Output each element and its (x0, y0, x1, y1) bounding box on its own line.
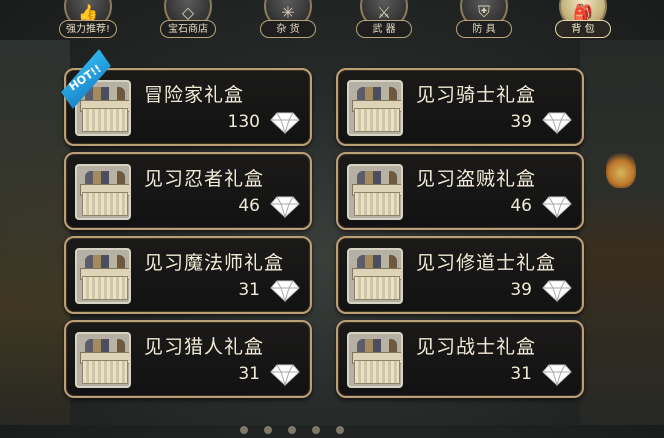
tab-misc[interactable]: ✳ 杂 货 (250, 0, 326, 46)
tab-weapons-label: 武 器 (356, 20, 412, 38)
item-card-mage-gift[interactable]: 见习魔法师礼盒 31 (64, 236, 312, 314)
diamond-icon (542, 196, 572, 219)
item-name: 见习战士礼盒 (416, 336, 537, 358)
tab-recommend[interactable]: 👍 强力推荐! (50, 0, 126, 46)
item-name: 见习忍者礼盒 (144, 168, 265, 190)
tab-weapons[interactable]: ⚔ 武 器 (346, 0, 422, 46)
diamond-icon (542, 280, 572, 303)
background-camp-right (580, 40, 664, 425)
item-name: 见习猎人礼盒 (144, 336, 265, 358)
tab-gem-shop[interactable]: ◇ 宝石商店 (150, 0, 226, 46)
gift-box-icon (75, 164, 131, 220)
item-card-monk-gift[interactable]: 见习修道士礼盒 39 (336, 236, 584, 314)
diamond-icon (270, 112, 300, 135)
item-price: 39 (510, 112, 532, 132)
background-camp-left (0, 40, 70, 425)
item-card-ninja-gift[interactable]: 见习忍者礼盒 46 (64, 152, 312, 230)
campfire-glow (606, 150, 636, 188)
diamond-icon (270, 280, 300, 303)
diamond-icon (542, 112, 572, 135)
item-price: 46 (510, 196, 532, 216)
tab-gem-shop-label: 宝石商店 (160, 20, 216, 38)
diamond-icon (270, 364, 300, 387)
item-price: 39 (510, 280, 532, 300)
tab-recommend-label: 强力推荐! (58, 20, 118, 38)
item-price: 130 (227, 112, 260, 132)
tab-armor-label: 防 具 (456, 20, 512, 38)
tab-armor[interactable]: ⛨ 防 具 (446, 0, 522, 46)
tab-bag[interactable]: 🎒 背 包 (545, 0, 621, 46)
tab-misc-label: 杂 货 (260, 20, 316, 38)
gift-box-icon (347, 164, 403, 220)
gift-box-icon (347, 80, 403, 136)
item-card-hunter-gift[interactable]: 见习猎人礼盒 31 (64, 320, 312, 398)
item-card-adventurer-gift[interactable]: 冒险家礼盒 130 (64, 68, 312, 146)
diamond-icon (270, 196, 300, 219)
item-card-thief-gift[interactable]: 见习盗贼礼盒 46 (336, 152, 584, 230)
gift-box-icon (347, 332, 403, 388)
gift-box-icon (347, 248, 403, 304)
item-price: 31 (510, 364, 532, 384)
item-price: 31 (238, 280, 260, 300)
tab-bag-label: 背 包 (555, 20, 611, 38)
diamond-icon (542, 364, 572, 387)
item-price: 31 (238, 364, 260, 384)
item-name: 冒险家礼盒 (144, 84, 245, 106)
item-name: 见习盗贼礼盒 (416, 168, 537, 190)
page-indicator (240, 419, 440, 434)
shop-tab-bar: 👍 强力推荐! ◇ 宝石商店 ✳ 杂 货 ⚔ 武 器 ⛨ 防 具 🎒 背 包 (0, 0, 664, 46)
item-name: 见习修道士礼盒 (416, 252, 557, 274)
item-card-warrior-gift[interactable]: 见习战士礼盒 31 (336, 320, 584, 398)
item-name: 见习魔法师礼盒 (144, 252, 285, 274)
item-name: 见习骑士礼盒 (416, 84, 537, 106)
gift-box-icon (75, 332, 131, 388)
item-price: 46 (238, 196, 260, 216)
item-card-knight-gift[interactable]: 见习骑士礼盒 39 (336, 68, 584, 146)
gift-box-icon (75, 248, 131, 304)
